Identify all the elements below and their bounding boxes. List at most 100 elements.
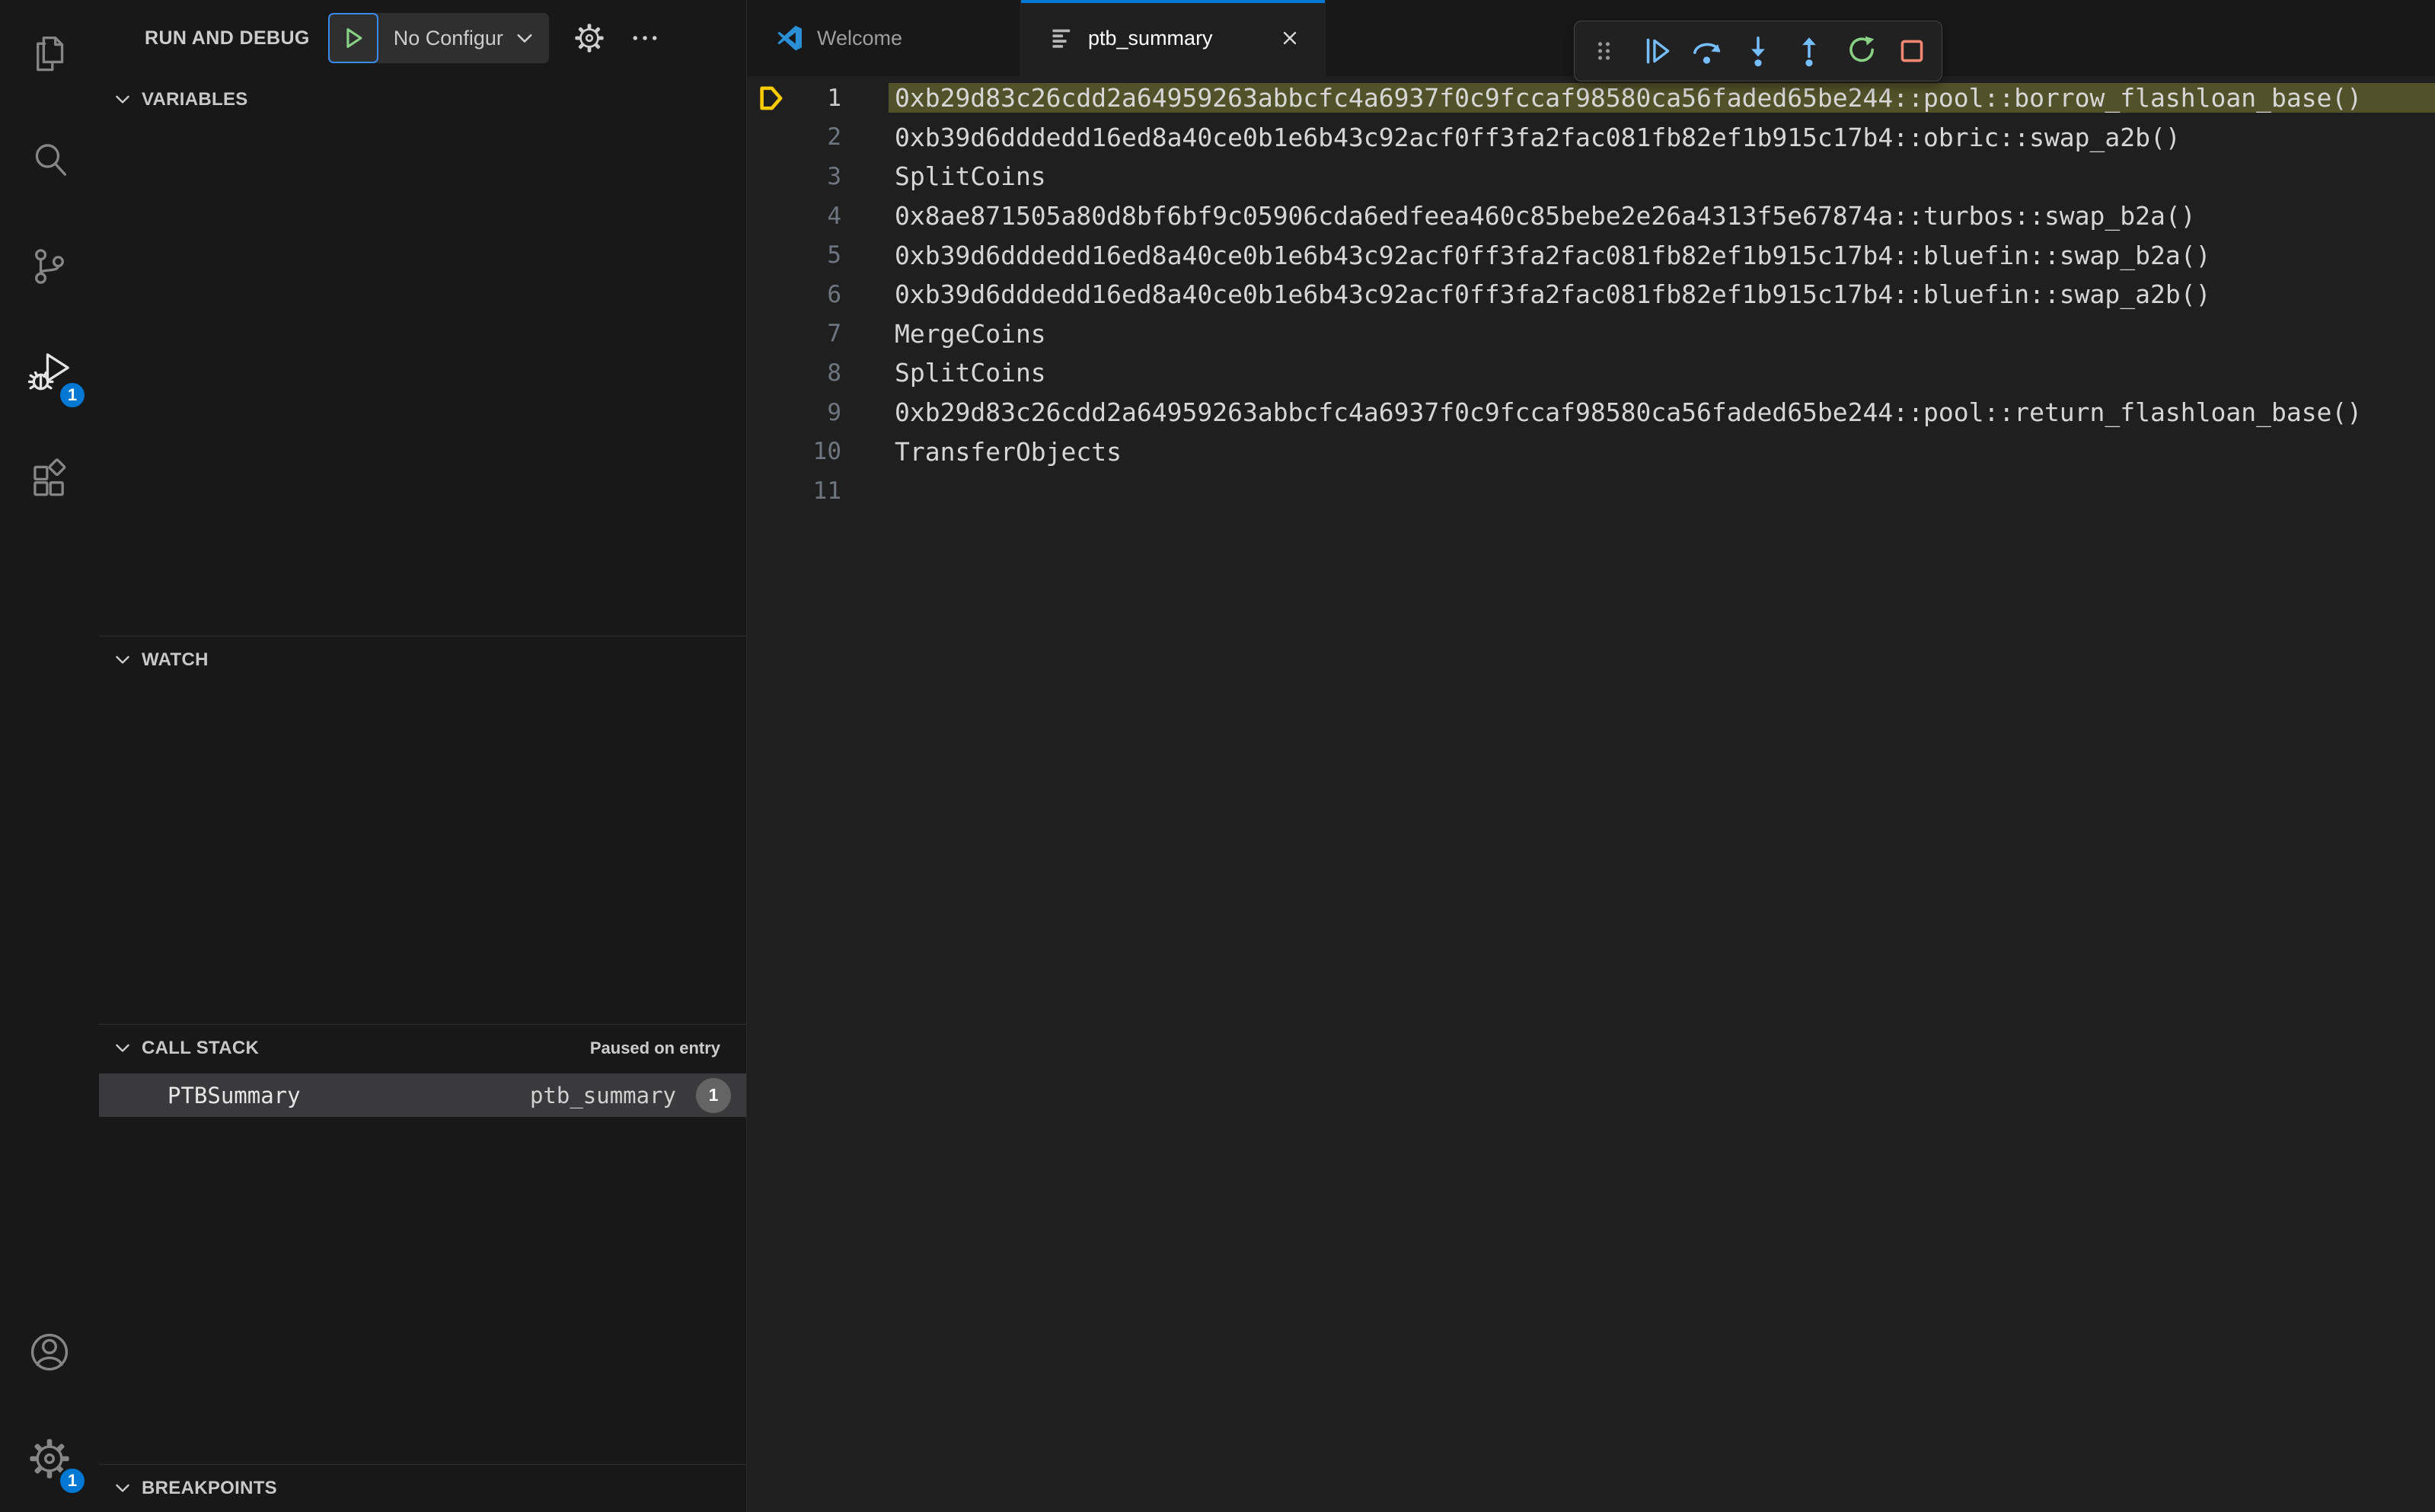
person-circle-icon <box>30 1333 69 1371</box>
code-editor: 1 0xb29d83c26cdd2a64959263abbcfc4a6937f0… <box>747 76 2435 1512</box>
watch-label: WATCH <box>142 649 209 670</box>
debug-toolbar <box>1574 21 1942 81</box>
breakpoints-section: BREAKPOINTS <box>99 1464 746 1512</box>
code-text[interactable]: TransferObjects <box>889 437 2435 467</box>
git-branch-icon <box>35 249 64 284</box>
chevron-down-icon <box>517 33 532 43</box>
step-out-icon[interactable] <box>1788 30 1830 72</box>
line-number: 10 <box>812 438 841 466</box>
line-number: 2 <box>827 123 841 152</box>
code-text[interactable]: SplitCoins <box>889 161 2435 191</box>
line-number: 6 <box>827 280 841 308</box>
stop-icon[interactable] <box>1891 30 1933 72</box>
restart-icon[interactable] <box>1840 30 1882 72</box>
chevron-down-icon <box>116 656 129 664</box>
code-line: 2 0xb39d6dddedd16ed8a40ce0b1e6b43c92acf0… <box>747 118 2435 158</box>
code-text[interactable]: 0xb39d6dddedd16ed8a40ce0b1e6b43c92acf0ff… <box>889 241 2435 270</box>
step-into-icon[interactable] <box>1737 30 1779 72</box>
code-line: 4 0x8ae871505a80d8bf6bf9c05906cda6edfeea… <box>747 196 2435 236</box>
code-text[interactable]: 0xb39d6dddedd16ed8a40ce0b1e6b43c92acf0ff… <box>889 123 2435 152</box>
breakpoints-label: BREAKPOINTS <box>142 1478 277 1498</box>
extensions-icon[interactable] <box>0 426 99 533</box>
code-line: 7 MergeCoins <box>747 314 2435 354</box>
code-text[interactable]: 0xb39d6dddedd16ed8a40ce0b1e6b43c92acf0ff… <box>889 279 2435 309</box>
sidebar-header: RUN AND DEBUG No Configur <box>99 0 746 76</box>
code-line: 9 0xb29d83c26cdd2a64959263abbcfc4a6937f0… <box>747 393 2435 432</box>
continue-icon[interactable] <box>1635 30 1677 72</box>
chevron-down-icon <box>116 95 129 104</box>
code-text[interactable]: 0xb29d83c26cdd2a64959263abbcfc4a6937f0c9… <box>889 397 2435 427</box>
code-text[interactable]: MergeCoins <box>889 319 2435 349</box>
close-tab-icon[interactable] <box>1276 24 1304 52</box>
gear-icon <box>575 24 604 53</box>
line-number: 4 <box>827 202 841 230</box>
vscode-logo-icon <box>777 25 802 51</box>
chevron-down-icon <box>116 1484 129 1492</box>
tab-ptb-summary-label: ptb_summary <box>1088 26 1213 49</box>
call-stack-section: CALL STACK Paused on entry PTBSummary pt… <box>99 1024 746 1464</box>
code-text[interactable]: 0x8ae871505a80d8bf6bf9c05906cda6edfeea46… <box>889 201 2435 231</box>
search-icon[interactable] <box>0 107 99 213</box>
list-file-icon <box>1052 29 1071 48</box>
code-line: 6 0xb39d6dddedd16ed8a40ce0b1e6b43c92acf0… <box>747 275 2435 314</box>
tab-welcome-label: Welcome <box>817 26 903 49</box>
stack-frame-badge: 1 <box>696 1077 731 1113</box>
stack-frame-row[interactable]: PTBSummary ptb_summary 1 <box>99 1073 746 1118</box>
config-dropdown-label: No Configur <box>393 26 503 49</box>
debug-current-line-pointer-icon[interactable] <box>747 82 794 114</box>
config-dropdown[interactable]: No Configur <box>378 13 549 63</box>
watch-section: WATCH <box>99 635 746 1025</box>
call-stack-section-header[interactable]: CALL STACK Paused on entry <box>99 1025 746 1072</box>
chevron-down-icon <box>116 1045 129 1053</box>
debug-badge: 1 <box>58 381 87 410</box>
vscode-window: 1 1 RUN AND DEBUG No Configur VARIABLES … <box>0 0 2435 1512</box>
activity-bar: 1 1 <box>0 0 99 1512</box>
code-line: 10 TransferObjects <box>747 432 2435 471</box>
sidebar-sections: VARIABLES WATCH CALL STACK Paused on ent… <box>99 76 746 1512</box>
line-number: 7 <box>827 320 841 348</box>
sidebar-title: RUN AND DEBUG <box>145 27 310 49</box>
code-line: 5 0xb39d6dddedd16ed8a40ce0b1e6b43c92acf0… <box>747 235 2435 275</box>
line-number: 9 <box>827 398 841 426</box>
accounts-icon[interactable] <box>0 1299 99 1405</box>
variables-section: VARIABLES <box>99 76 746 636</box>
explorer-icon[interactable] <box>0 0 99 107</box>
magnifier-icon <box>35 144 67 176</box>
run-and-debug-sidebar: RUN AND DEBUG No Configur VARIABLES WATC… <box>99 0 747 1512</box>
line-number: 11 <box>812 477 841 505</box>
current-line: 1 0xb29d83c26cdd2a64959263abbcfc4a6937f0… <box>747 78 2435 118</box>
tab-ptb-summary[interactable]: ptb_summary <box>1021 0 1326 76</box>
editor-area: Welcome ptb_summary 1 0xb29d83c26cdd2a64… <box>747 0 2435 1512</box>
start-debug-button[interactable] <box>327 13 378 63</box>
extensions-squares-icon <box>34 458 66 496</box>
settings-badge: 1 <box>58 1466 87 1495</box>
activity-bar-top: 1 <box>0 0 99 533</box>
call-stack-label: CALL STACK <box>142 1038 260 1059</box>
debug-settings-button[interactable] <box>573 22 605 54</box>
code-line: 11 <box>747 471 2435 511</box>
more-actions-button[interactable] <box>630 23 660 53</box>
files-icon <box>37 36 64 72</box>
settings-gear-icon[interactable]: 1 <box>0 1405 99 1512</box>
line-number: 8 <box>827 359 841 387</box>
stack-frame-name: PTBSummary <box>168 1082 301 1108</box>
variables-section-header[interactable]: VARIABLES <box>99 76 746 123</box>
debug-config-control: No Configur <box>327 13 549 63</box>
source-control-icon[interactable] <box>0 213 99 320</box>
variables-label: VARIABLES <box>142 89 248 110</box>
ellipsis-icon <box>633 36 657 40</box>
watch-section-header[interactable]: WATCH <box>99 636 746 684</box>
tab-welcome[interactable]: Welcome <box>747 0 1021 76</box>
paused-status: Paused on entry <box>589 1038 720 1058</box>
run-and-debug-icon[interactable]: 1 <box>0 320 99 426</box>
step-over-icon[interactable] <box>1686 30 1728 72</box>
line-number: 3 <box>827 162 841 190</box>
code-text[interactable]: SplitCoins <box>889 358 2435 388</box>
play-icon <box>346 28 362 48</box>
stack-frame-file: ptb_summary <box>529 1082 676 1108</box>
code-text[interactable]: 0xb29d83c26cdd2a64959263abbcfc4a6937f0c9… <box>889 83 2435 113</box>
line-number: 1 <box>827 84 841 112</box>
activity-bar-bottom: 1 <box>0 1299 99 1512</box>
toolbar-drag-handle-icon[interactable] <box>1583 30 1626 72</box>
breakpoints-section-header[interactable]: BREAKPOINTS <box>99 1465 746 1512</box>
